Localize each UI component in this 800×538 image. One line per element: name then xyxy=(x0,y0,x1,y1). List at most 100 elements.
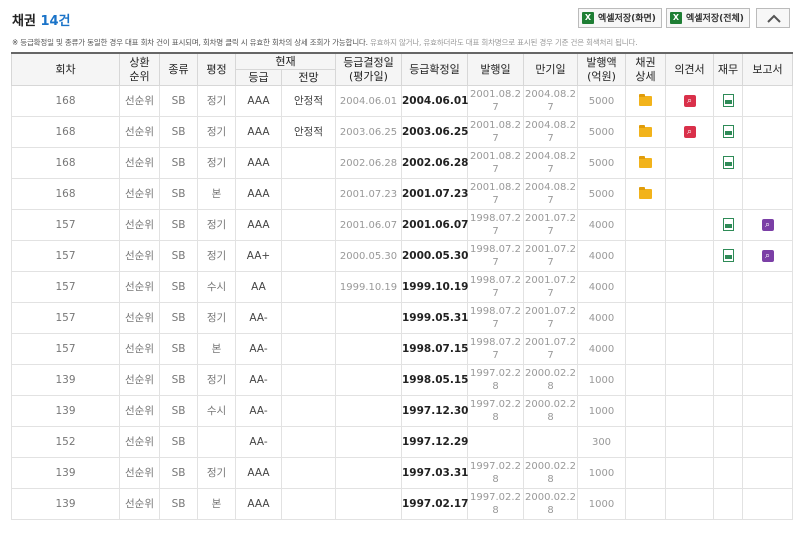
folder-icon[interactable] xyxy=(639,93,652,106)
detail-cell xyxy=(625,302,666,334)
excel-save-screen-label: 엑셀저장(화면) xyxy=(598,14,656,24)
outlook-cell xyxy=(281,457,336,489)
report-cell[interactable]: ⌕ xyxy=(742,240,793,272)
report-cell xyxy=(742,395,793,427)
table-row[interactable]: 168 선순위 SB 본 AAA 2001.07.23 2001.07.23 2001.08.… xyxy=(11,178,793,210)
round-cell[interactable]: 168 xyxy=(11,116,120,148)
report-search-icon[interactable]: ⌕ xyxy=(761,218,774,231)
round-cell[interactable]: 168 xyxy=(11,147,120,179)
maturity-date-cell: 2001.07.2 7 xyxy=(523,209,578,241)
issue-date-cell: 1997.02.2 8 xyxy=(467,395,524,427)
table-row[interactable]: 139 선순위 SB 수시 AA- 1997.12.30 1997.02.2 8 2000.0… xyxy=(11,395,793,427)
detail-cell[interactable] xyxy=(625,85,666,117)
decision-date-cell: 2001.06.07 xyxy=(335,209,402,241)
table-row[interactable]: 157 선순위 SB 정기 AA- 1999.05.31 1998.07.2 7 2001.0… xyxy=(11,302,793,334)
table-row[interactable]: 157 선순위 SB 정기 AAA 2001.06.07 2001.06.07 1998.07… xyxy=(11,209,793,241)
report-cell xyxy=(742,178,793,210)
report-cell[interactable]: ⌕ xyxy=(742,209,793,241)
round-cell[interactable]: 157 xyxy=(11,302,120,334)
round-cell[interactable]: 157 xyxy=(11,271,120,303)
search-doc-icon[interactable]: ⌕ xyxy=(683,94,696,107)
table-row[interactable]: 139 선순위 SB 정기 AA- 1998.05.15 1997.02.2 8 2000.0… xyxy=(11,364,793,396)
amount-cell: 1000 xyxy=(577,457,626,489)
excel-doc-icon[interactable] xyxy=(722,156,734,170)
table-row[interactable]: 168 선순위 SB 정기 AAA 안정적 2004.06.01 2004.06.01 2001… xyxy=(11,85,793,117)
opinion-cell xyxy=(665,395,714,427)
col-report: 보고서 xyxy=(742,52,793,86)
col-finance: 재무 xyxy=(713,52,743,86)
excel-doc-icon[interactable] xyxy=(722,249,734,263)
opinion-cell xyxy=(665,457,714,489)
decision-date-cell: 2002.06.28 xyxy=(335,147,402,179)
table-row[interactable]: 157 선순위 SB 수시 AA 1999.10.19 1999.10.19 1998.07.… xyxy=(11,271,793,303)
col-round: 회차 xyxy=(11,52,120,86)
detail-cell xyxy=(625,457,666,489)
confirm-date-cell: 1998.05.15 xyxy=(401,364,468,396)
finance-cell[interactable] xyxy=(713,240,743,272)
opinion-cell[interactable]: ⌕ xyxy=(665,85,714,117)
report-cell xyxy=(742,85,793,117)
issue-date-cell: 1998.07.2 7 xyxy=(467,302,524,334)
round-cell[interactable]: 139 xyxy=(11,364,120,396)
opinion-cell[interactable]: ⌕ xyxy=(665,116,714,148)
detail-cell[interactable] xyxy=(625,178,666,210)
confirm-date-cell: 1997.03.31 xyxy=(401,457,468,489)
confirm-date-cell: 2003.06.25 xyxy=(401,116,468,148)
folder-icon[interactable] xyxy=(639,124,652,137)
folder-icon[interactable] xyxy=(639,186,652,199)
notice-text: ※ 등급확정일 및 종류가 동일한 경우 대표 회차 건이 표시되며, 회차명 … xyxy=(12,37,638,48)
round-cell[interactable]: 168 xyxy=(11,178,120,210)
amount-cell: 5000 xyxy=(577,116,626,148)
priority-cell: 선순위 xyxy=(119,240,160,272)
round-cell[interactable]: 152 xyxy=(11,426,120,458)
finance-cell[interactable] xyxy=(713,116,743,148)
table-row[interactable]: 168 선순위 SB 정기 AAA 안정적 2003.06.25 2003.06.25 2001… xyxy=(11,116,793,148)
excel-doc-icon[interactable] xyxy=(722,125,734,139)
col-amount: 발행액 (억원) xyxy=(577,52,626,86)
round-cell[interactable]: 168 xyxy=(11,85,120,117)
round-cell[interactable]: 139 xyxy=(11,488,120,520)
round-cell[interactable]: 139 xyxy=(11,457,120,489)
col-issue: 발행일 xyxy=(467,52,524,86)
excel-save-all-button[interactable]: X 엑셀저장(전체) xyxy=(666,8,750,28)
opinion-cell xyxy=(665,488,714,520)
table-row[interactable]: 139 선순위 SB 정기 AAA 1997.03.31 1997.02.2 8 2000.0… xyxy=(11,457,793,489)
col-priority: 상환 순위 xyxy=(119,52,160,86)
excel-doc-icon[interactable] xyxy=(722,218,734,232)
grade-cell: AA- xyxy=(235,333,282,365)
detail-cell[interactable] xyxy=(625,147,666,179)
outlook-cell xyxy=(281,302,336,334)
table-row[interactable]: 152 선순위 SB AA- 1997.12.29 300 xyxy=(11,426,793,458)
round-cell[interactable]: 157 xyxy=(11,209,120,241)
kind-cell: SB xyxy=(159,178,198,210)
table-row[interactable]: 157 선순위 SB 본 AA- 1998.07.15 1998.07.2 7 2001.07… xyxy=(11,333,793,365)
folder-icon[interactable] xyxy=(639,155,652,168)
detail-cell[interactable] xyxy=(625,116,666,148)
opinion-cell xyxy=(665,209,714,241)
priority-cell: 선순위 xyxy=(119,178,160,210)
finance-cell[interactable] xyxy=(713,85,743,117)
table-row[interactable]: 168 선순위 SB 정기 AAA 2002.06.28 2002.06.28 2001.08… xyxy=(11,147,793,179)
excel-save-screen-button[interactable]: X 엑셀저장(화면) xyxy=(578,8,662,28)
outlook-cell: 안정적 xyxy=(281,116,336,148)
priority-cell: 선순위 xyxy=(119,271,160,303)
table-row[interactable]: 157 선순위 SB 정기 AA+ 2000.05.30 2000.05.30 1998.07… xyxy=(11,240,793,272)
amount-cell: 5000 xyxy=(577,178,626,210)
round-cell[interactable]: 157 xyxy=(11,333,120,365)
maturity-date-cell: 2004.08.2 7 xyxy=(523,147,578,179)
finance-cell[interactable] xyxy=(713,209,743,241)
report-search-icon[interactable]: ⌕ xyxy=(761,249,774,262)
round-cell[interactable]: 157 xyxy=(11,240,120,272)
col-current: 현재 xyxy=(235,52,336,70)
result-count: 14건 xyxy=(40,14,71,29)
eval-cell: 정기 xyxy=(197,85,236,117)
excel-doc-icon[interactable] xyxy=(722,94,734,108)
search-doc-icon[interactable]: ⌕ xyxy=(683,125,696,138)
eval-cell: 정기 xyxy=(197,457,236,489)
maturity-date-cell: 2001.07.2 7 xyxy=(523,333,578,365)
table-row[interactable]: 139 선순위 SB 본 AAA 1997.02.17 1997.02.2 8 2000.02… xyxy=(11,488,793,520)
amount-cell: 4000 xyxy=(577,209,626,241)
collapse-button[interactable] xyxy=(756,8,790,28)
round-cell[interactable]: 139 xyxy=(11,395,120,427)
finance-cell[interactable] xyxy=(713,147,743,179)
